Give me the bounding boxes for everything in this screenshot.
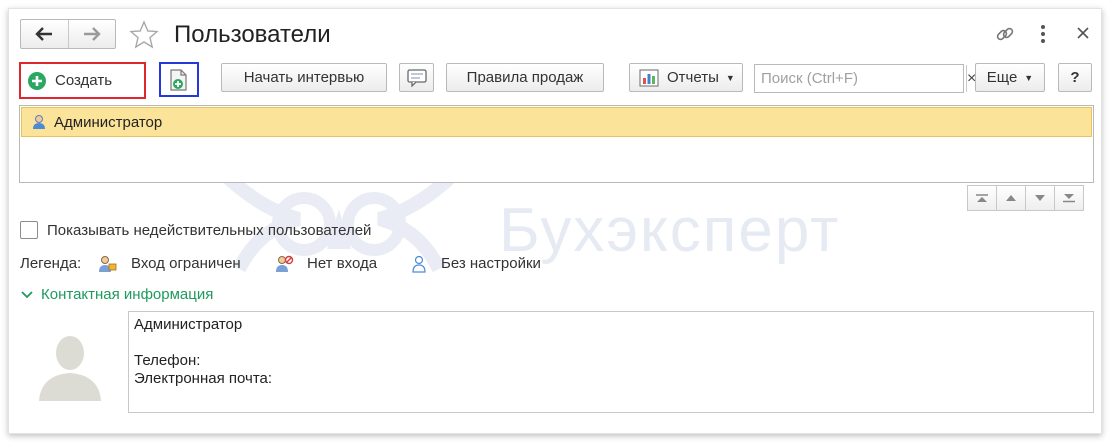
create-button-label: Создать: [55, 72, 113, 89]
users-window: Бухэксперт Пользователи Создать Начать и…: [8, 8, 1102, 434]
add-circle-icon: [28, 71, 46, 90]
legend-label: Легенда:: [20, 255, 82, 272]
close-icon[interactable]: [1077, 27, 1089, 39]
chevron-down-icon: ▼: [725, 72, 735, 83]
legend-item-label: Нет входа: [307, 255, 378, 272]
arrow-left-icon: [35, 27, 53, 41]
legend-item-label: Без настройки: [441, 255, 541, 272]
row-name: Администратор: [54, 113, 163, 131]
search-box: ×: [754, 64, 976, 93]
help-button[interactable]: ?: [1058, 63, 1092, 92]
user-no-login-icon: [276, 255, 294, 272]
start-interview-button[interactable]: Начать интервью: [221, 63, 387, 92]
sales-rules-button[interactable]: Правила продаж: [446, 63, 604, 92]
nav-buttons: [20, 19, 116, 49]
users-list[interactable]: Администратор: [19, 105, 1094, 183]
favorite-star-icon[interactable]: [129, 20, 159, 50]
reports-dropdown-button[interactable]: Отчеты ▼: [629, 63, 743, 92]
avatar-placeholder-icon: [39, 336, 101, 401]
link-icon[interactable]: [994, 23, 1016, 45]
watermark-text: Бухэксперт: [499, 196, 841, 265]
reports-label: Отчеты: [667, 69, 719, 86]
list-scroll-controls: [967, 185, 1084, 211]
show-invalid-users-label: Показывать недействительных пользователе…: [47, 222, 372, 239]
forward-button[interactable]: [67, 20, 116, 48]
reports-icon: [639, 68, 659, 87]
triangle-down-icon: [1035, 195, 1045, 201]
create-button[interactable]: Создать: [22, 65, 143, 96]
scroll-down-button[interactable]: [1025, 185, 1055, 211]
scroll-bottom-icon: [1063, 194, 1075, 203]
more-menu-icon[interactable]: [1039, 23, 1047, 45]
user-icon: [33, 115, 45, 129]
triangle-up-icon: [1006, 195, 1016, 201]
copy-button[interactable]: [164, 66, 194, 93]
chevron-down-icon: ▼: [1024, 72, 1034, 83]
comment-icon: [406, 68, 427, 87]
page-title: Пользователи: [174, 21, 331, 48]
contact-info-section-title: Контактная информация: [41, 286, 214, 303]
more-button[interactable]: Еще ▼: [975, 63, 1045, 92]
show-invalid-users-checkbox[interactable]: [20, 221, 38, 239]
legend-item-label: Вход ограничен: [131, 255, 241, 272]
scroll-top-icon: [976, 194, 988, 202]
contact-info-section-toggle[interactable]: Контактная информация: [20, 285, 213, 305]
scroll-first-button[interactable]: [967, 185, 997, 211]
user-restricted-icon: [99, 256, 117, 272]
scroll-up-button[interactable]: [996, 185, 1026, 211]
contact-name: Администратор: [134, 316, 243, 333]
contact-email-label: Электронная почта:: [134, 370, 273, 387]
arrow-right-icon: [83, 27, 101, 41]
contact-phone-label: Телефон:: [134, 352, 201, 369]
table-row[interactable]: Администратор: [21, 107, 1092, 137]
user-no-settings-icon: [412, 255, 426, 273]
document-add-icon: [170, 68, 187, 91]
back-button[interactable]: [21, 20, 68, 48]
chevron-down-icon: [21, 291, 33, 299]
scroll-last-button[interactable]: [1054, 185, 1084, 211]
search-input[interactable]: [755, 65, 966, 92]
more-label: Еще: [986, 69, 1018, 86]
comment-button[interactable]: [399, 63, 434, 92]
contact-info-card: Администратор Телефон: Электронная почта…: [128, 311, 1094, 413]
